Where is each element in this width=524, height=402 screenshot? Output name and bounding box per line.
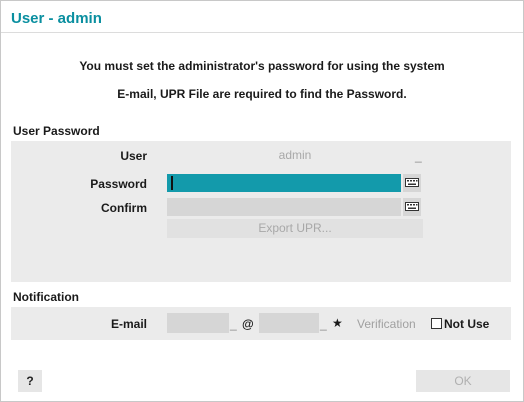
not-use-label: Not Use (444, 317, 490, 331)
user-admin-dialog: User - admin You must set the administra… (0, 0, 524, 402)
title-divider (1, 32, 523, 33)
export-upr-button[interactable]: Export UPR... (167, 219, 423, 238)
verification-button[interactable]: Verification (357, 317, 416, 331)
instruction-line-1: You must set the administrator's passwor… (79, 59, 445, 73)
user-field-underscore: _ (415, 149, 422, 163)
user-label: User (120, 149, 147, 163)
instruction-line-2: E-mail, UPR File are required to find th… (117, 87, 407, 101)
ok-button[interactable]: OK (416, 370, 510, 392)
help-button[interactable]: ? (18, 370, 42, 392)
confirm-keyboard-button[interactable] (403, 198, 421, 216)
email-user-underscore: _ (230, 317, 237, 331)
at-symbol: @ (242, 317, 254, 331)
email-domain-underscore: _ (320, 317, 327, 331)
password-keyboard-button[interactable] (403, 174, 421, 192)
not-use-checkbox[interactable] (431, 318, 442, 329)
keyboard-icon (405, 202, 419, 211)
keyboard-icon (405, 178, 419, 187)
user-password-section-title: User Password (13, 124, 100, 138)
dialog-title: User - admin (11, 10, 102, 27)
email-user-input[interactable] (167, 313, 229, 333)
favorite-domain-icon[interactable]: ★ (332, 316, 343, 330)
email-domain-input[interactable] (259, 313, 319, 333)
text-cursor (171, 176, 173, 190)
confirm-label: Confirm (101, 201, 147, 215)
confirm-input[interactable] (167, 198, 401, 216)
password-input[interactable] (167, 174, 401, 192)
password-label: Password (90, 177, 147, 191)
email-label: E-mail (110, 317, 147, 331)
notification-section-title: Notification (13, 290, 79, 304)
user-field: admin (167, 145, 423, 165)
